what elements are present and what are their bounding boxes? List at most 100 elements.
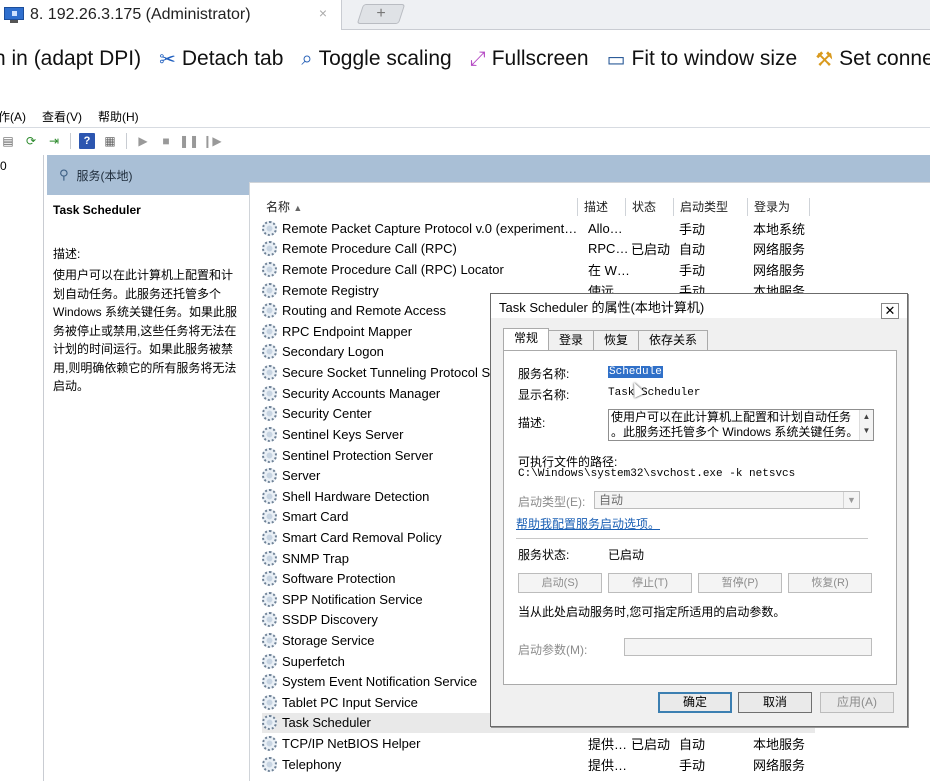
service-logon-cell: 本地服务 bbox=[753, 737, 806, 753]
service-gear-icon bbox=[262, 468, 277, 484]
help-icon[interactable]: ? bbox=[79, 133, 95, 149]
description-field[interactable]: 使用户可以在此计算机上配置和计划自动任务 。此服务还托管多个 Windows 系… bbox=[608, 409, 874, 441]
service-logon-cell: 本地系统 bbox=[753, 221, 806, 237]
executable-path-value[interactable]: C:\Windows\system32\svchost.exe -k netsv… bbox=[518, 468, 795, 480]
service-gear-icon bbox=[262, 529, 277, 545]
extended-description-pane: Task Scheduler 描述: 使用户可以在此计算机上配置和计划自动任务。… bbox=[47, 195, 249, 781]
fit-to-window-button[interactable]: ▭ Fit to window size bbox=[607, 47, 798, 72]
wrench-icon: ⚒ bbox=[815, 48, 834, 71]
menu-divider bbox=[0, 127, 930, 128]
service-gear-icon bbox=[262, 591, 277, 607]
apply-button[interactable]: 应用(A) bbox=[820, 692, 894, 713]
mmc-menubar: 作(A) 查看(V) 帮助(H) bbox=[0, 105, 930, 127]
console-tree[interactable]: 0 bbox=[0, 155, 44, 781]
tab-general[interactable]: 常规 bbox=[503, 328, 550, 350]
new-tab-button[interactable]: + bbox=[356, 4, 406, 24]
service-status-cell: 已启动 bbox=[631, 242, 671, 258]
scissors-icon: ✂ bbox=[159, 48, 176, 71]
service-status-label: 服务状态: bbox=[518, 548, 570, 562]
service-gear-icon bbox=[262, 241, 277, 257]
detach-tab-label: Detach tab bbox=[181, 47, 284, 70]
tab-logon[interactable]: 登录 bbox=[548, 330, 595, 350]
toolbar-divider bbox=[126, 133, 127, 149]
sort-ascending-icon: ▲ bbox=[293, 203, 303, 213]
tab-dependencies[interactable]: 依存关系 bbox=[638, 330, 709, 350]
rdp-session-tab[interactable]: 8. 192.26.3.175 (Administrator) × bbox=[0, 0, 342, 30]
tree-node-fragment[interactable]: 0 bbox=[0, 159, 7, 173]
cancel-button[interactable]: 取消 bbox=[738, 692, 812, 713]
show-hide-pane-icon[interactable]: ▦ bbox=[102, 133, 118, 149]
service-gear-icon bbox=[262, 736, 277, 752]
startup-type-label: 启动类型(E): bbox=[518, 495, 586, 509]
play-icon[interactable]: ▶ bbox=[135, 133, 151, 149]
start-service-button[interactable]: 启动(S) bbox=[518, 573, 602, 593]
toggle-scaling-button[interactable]: ⌕ Toggle scaling bbox=[301, 47, 451, 71]
start-params-input[interactable] bbox=[624, 638, 872, 656]
tab-recovery[interactable]: 恢复 bbox=[593, 330, 640, 350]
service-gear-icon bbox=[262, 550, 277, 566]
service-startup-cell: 手动 bbox=[679, 757, 706, 773]
scroll-down-icon[interactable]: ▼ bbox=[860, 424, 873, 438]
section-divider bbox=[516, 538, 868, 539]
service-gear-icon bbox=[262, 715, 277, 731]
column-header-status[interactable]: 状态 bbox=[626, 198, 674, 216]
restart-icon[interactable]: ❙▶ bbox=[202, 133, 221, 149]
properties-icon[interactable]: ▤ bbox=[0, 133, 16, 149]
pause-service-button[interactable]: 暂停(P) bbox=[698, 573, 782, 593]
stop-icon[interactable]: ■ bbox=[158, 133, 174, 149]
service-startup-cell: 手动 bbox=[679, 221, 706, 237]
dialog-title: Task Scheduler 的属性(本地计算机) bbox=[499, 299, 705, 315]
column-header-startup-type[interactable]: 启动类型 bbox=[674, 198, 748, 216]
service-row[interactable]: Telephony 提供… 手动 网络服务 bbox=[262, 754, 815, 775]
display-name-value[interactable]: Task Scheduler bbox=[608, 387, 700, 399]
startup-type-select[interactable]: 自动 ▼ bbox=[594, 491, 860, 509]
detach-tab-button[interactable]: ✂ Detach tab bbox=[159, 47, 283, 72]
pause-icon[interactable]: ❚❚ bbox=[179, 133, 199, 149]
fullscreen-label: Fullscreen bbox=[491, 47, 589, 70]
service-gear-icon bbox=[262, 303, 277, 319]
description-label: 描述: bbox=[53, 247, 81, 261]
column-header-logon-as[interactable]: 登录为 bbox=[748, 198, 810, 216]
fullscreen-icon: ⤢ bbox=[469, 47, 486, 70]
description-scrollbar[interactable]: ▲ ▼ bbox=[859, 410, 873, 440]
service-name-value[interactable]: Schedule bbox=[608, 366, 663, 378]
service-description-cell: 提供… bbox=[588, 737, 628, 753]
stop-service-button[interactable]: 停止(T) bbox=[608, 573, 692, 593]
rdp-toolbar: n in (adapt DPI) ✂ Detach tab ⌕ Toggle s… bbox=[0, 31, 930, 87]
dialog-title-bar[interactable]: Task Scheduler 的属性(本地计算机) bbox=[491, 294, 907, 318]
scroll-up-icon[interactable]: ▲ bbox=[860, 410, 873, 424]
service-status-value: 已启动 bbox=[608, 548, 645, 562]
general-tab-body: 服务名称: Schedule 显示名称: Task Scheduler 描述: … bbox=[503, 350, 897, 685]
service-row[interactable]: Remote Procedure Call (RPC) Locator 在 W… 手… bbox=[262, 259, 815, 280]
rdp-tab-strip: 8. 192.26.3.175 (Administrator) × + bbox=[0, 0, 930, 30]
service-gear-icon bbox=[262, 406, 277, 422]
service-gear-icon bbox=[262, 694, 277, 710]
refresh-icon[interactable]: ⟳ bbox=[23, 133, 39, 149]
toolbar-divider bbox=[70, 133, 71, 149]
service-row[interactable]: Remote Packet Capture Protocol v.0 (expe… bbox=[262, 218, 815, 239]
resume-service-button[interactable]: 恢复(R) bbox=[788, 573, 872, 593]
service-description-cell: 在 W… bbox=[588, 263, 630, 279]
dialog-close-button[interactable]: ✕ bbox=[881, 303, 899, 319]
service-row[interactable]: TCP/IP NetBIOS Helper 提供… 已启动 自动 本地服务 bbox=[262, 733, 815, 754]
startup-options-help-link[interactable]: 帮助我配置服务启动选项。 bbox=[516, 515, 660, 532]
menu-action[interactable]: 作(A) bbox=[0, 108, 26, 125]
fullscreen-button[interactable]: ⤢ Fullscreen bbox=[470, 47, 589, 71]
service-description-cell: 提供… bbox=[588, 757, 628, 773]
zoom-in-adapt-dpi-button[interactable]: n in (adapt DPI) bbox=[0, 47, 141, 71]
ok-button[interactable]: 确定 bbox=[658, 692, 732, 713]
export-list-icon[interactable]: ⇥ bbox=[46, 133, 62, 149]
menu-view[interactable]: 查看(V) bbox=[42, 108, 82, 125]
menu-help[interactable]: 帮助(H) bbox=[98, 108, 139, 125]
service-gear-icon bbox=[262, 220, 277, 236]
service-gear-icon bbox=[262, 426, 277, 442]
column-header-name[interactable]: 名称 ▲ bbox=[260, 198, 578, 216]
dialog-tabs: 常规 登录 恢复 依存关系 bbox=[503, 328, 709, 350]
description-field-label: 描述: bbox=[518, 416, 546, 430]
column-header-description[interactable]: 描述 bbox=[578, 198, 626, 216]
close-tab-icon[interactable]: × bbox=[319, 5, 327, 21]
service-gear-icon bbox=[262, 571, 277, 587]
start-params-label: 启动参数(M): bbox=[518, 643, 588, 657]
service-row[interactable]: Remote Procedure Call (RPC) RPC… 已启动 自动 网络服务 bbox=[262, 239, 815, 260]
set-connection-button[interactable]: ⚒ Set connec bbox=[815, 47, 930, 72]
